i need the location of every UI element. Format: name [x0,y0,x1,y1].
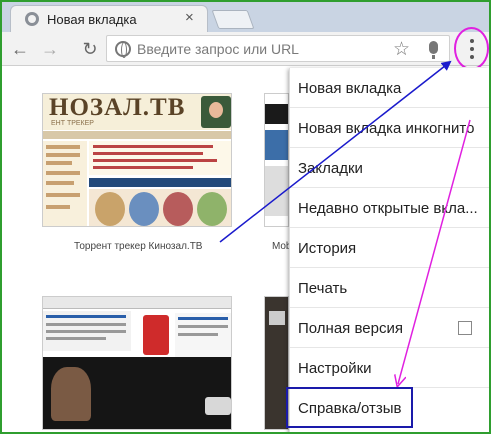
thumbnail-artwork [89,189,231,226]
overflow-menu: Новая вкладка Новая вкладка инкогнито За… [289,68,489,432]
new-tab-button[interactable] [211,10,255,29]
menu-item-label: Закладки [298,160,363,177]
menu-button-highlight-circle [454,27,489,70]
thumbnail-header [43,297,231,309]
menu-item-label: Полная версия [298,320,403,337]
menu-item-label: Печать [298,280,348,297]
menu-item-bookmarks[interactable]: Закладки [290,148,489,188]
thumbnail-sidebar [43,141,87,226]
menu-item-settings[interactable]: Настройки [290,348,489,388]
globe-icon [115,41,131,58]
person-image [51,367,91,421]
thumbnail-mobile-site[interactable] [264,93,289,227]
tab-strip: Новая вкладка × [2,2,489,32]
microphone-icon[interactable] [429,41,438,59]
help-item-highlight-box [286,387,413,428]
desktop-version-checkbox[interactable] [458,321,472,335]
thumbnail-button [205,397,231,415]
thumbnail-shop[interactable] [42,296,232,430]
phone-image [143,315,169,355]
back-button[interactable]: ← [8,37,32,61]
menu-item-recent-tabs[interactable]: Недавно открытые вкла... [290,188,489,228]
bookmark-star-icon[interactable]: ☆ [393,38,410,61]
menu-item-new-incognito-tab[interactable]: Новая вкладка инкогнито [290,108,489,148]
thumbnail-text-block [43,311,131,351]
omnibox-input[interactable] [137,38,377,59]
globe-icon [25,12,39,26]
menu-item-label: Новая вкладка инкогнито [298,120,475,137]
thumbnail-kinozal[interactable]: НОЗАЛ.ТВ ЕНТ ТРЕКЕР [42,93,232,227]
mascot-image [201,96,231,128]
thumbnail-nav [43,131,231,139]
thumbnail-banner [89,178,231,187]
close-icon[interactable]: × [185,10,194,26]
menu-item-label: Новая вкладка [298,80,402,97]
browser-window: Новая вкладка × ← → ↻ ☆ НОЗАЛ.ТВ ЕНТ ТРЕ… [0,0,491,434]
menu-item-history[interactable]: История [290,228,489,268]
tab-title: Новая вкладка [47,12,137,27]
tab-new-tab[interactable]: Новая вкладка × [10,5,208,32]
thumbnail-text-block [175,313,231,357]
site-logo-text: НОЗАЛ.ТВ [49,94,186,121]
menu-item-new-tab[interactable]: Новая вкладка [290,68,489,108]
omnibox[interactable]: ☆ [106,35,450,62]
site-subtitle: ЕНТ ТРЕКЕР [51,120,94,127]
forward-button[interactable]: → [38,37,62,61]
menu-item-desktop-version[interactable]: Полная версия [290,308,489,348]
menu-item-label: История [298,240,357,257]
menu-item-print[interactable]: Печать [290,268,489,308]
thumbnail-news [89,141,231,175]
thumbnail-label: Торрент трекер Кинозал.ТВ [74,241,203,252]
toolbar: ← → ↻ ☆ [2,32,489,66]
menu-item-label: Недавно открытые вкла... [298,200,478,217]
menu-item-label: Настройки [298,360,372,377]
thumbnail-header: НОЗАЛ.ТВ ЕНТ ТРЕКЕР [43,94,231,130]
reload-button[interactable]: ↻ [78,37,102,61]
